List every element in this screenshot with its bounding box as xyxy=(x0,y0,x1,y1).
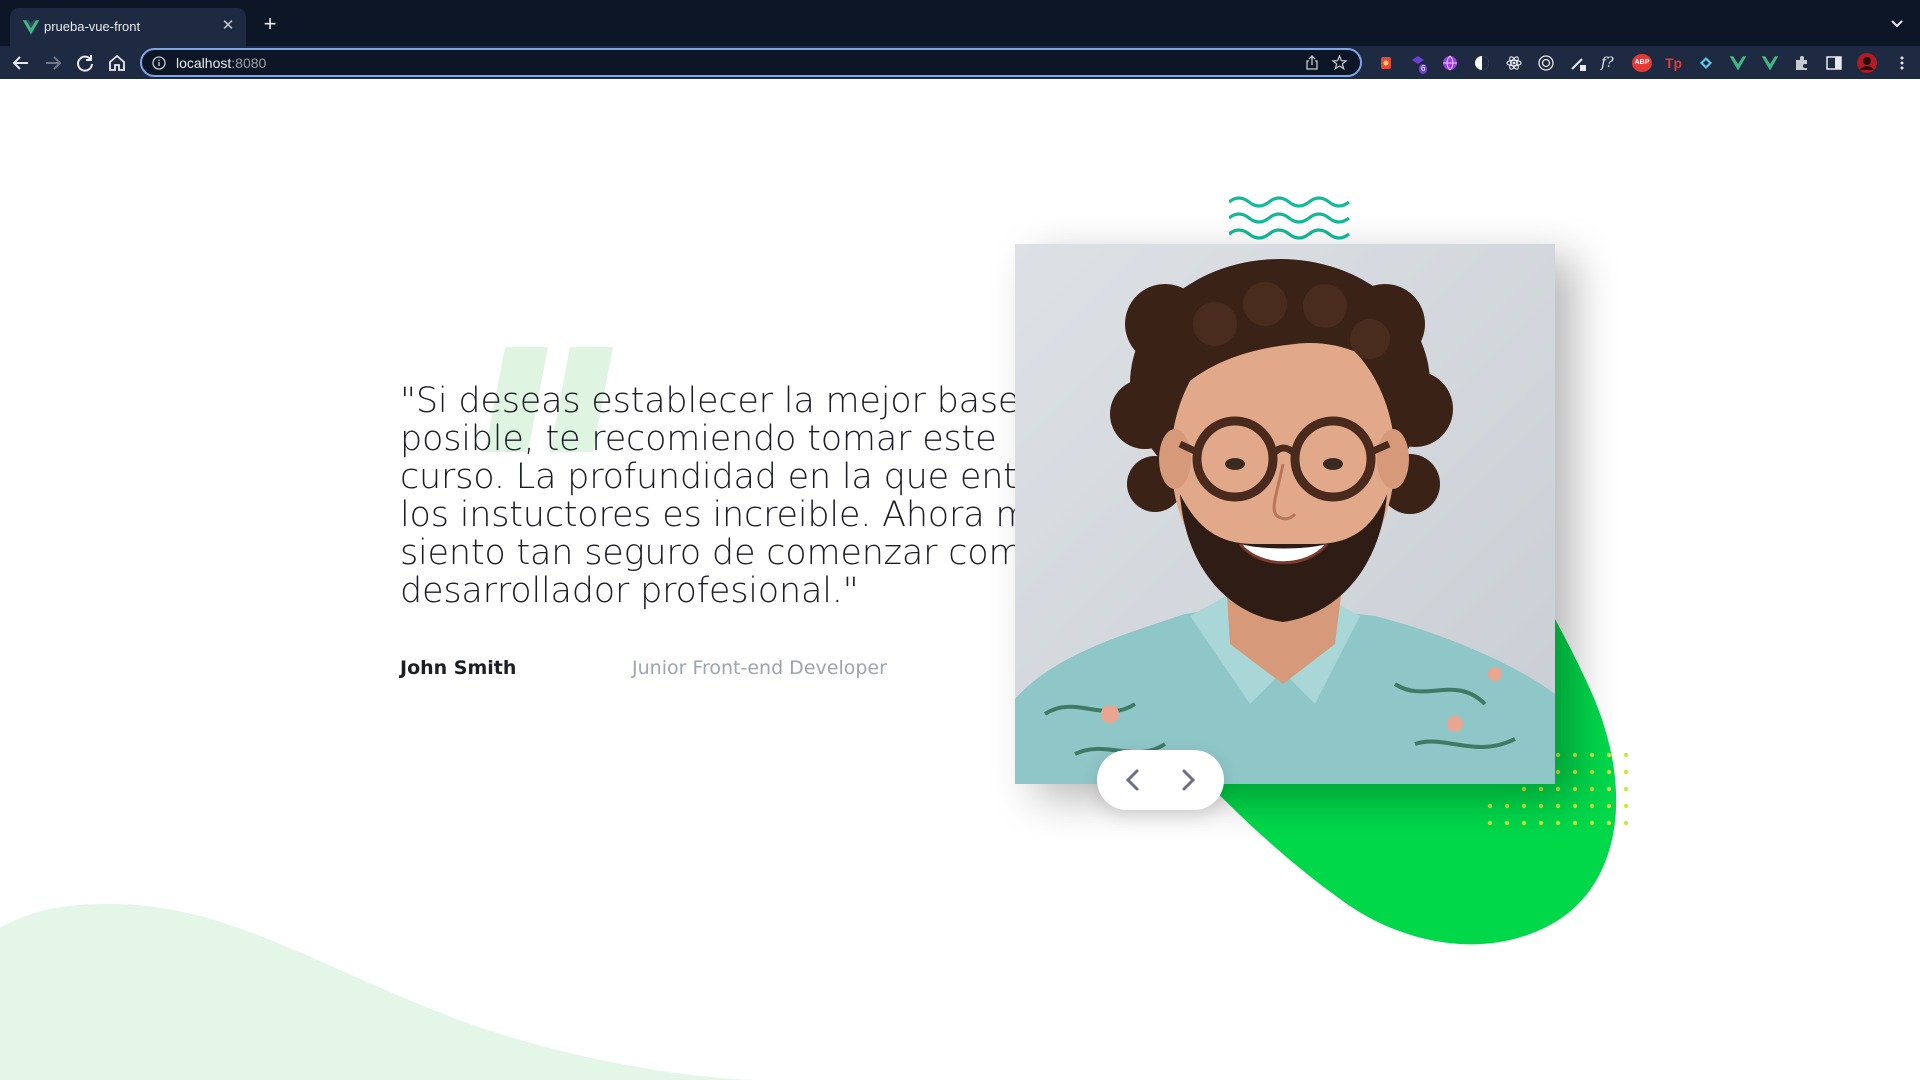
globe-ext-icon[interactable] xyxy=(1441,54,1459,72)
browser-toolbar: localhost:8080 6 f? ABP Tp xyxy=(0,46,1920,79)
home-icon[interactable] xyxy=(106,52,128,74)
kebab-menu-icon[interactable] xyxy=(1893,54,1911,72)
chevron-down-icon[interactable] xyxy=(1888,14,1906,32)
new-tab-icon[interactable]: + xyxy=(258,13,282,37)
address-bar[interactable]: localhost:8080 xyxy=(140,48,1362,77)
url-port: :8080 xyxy=(231,55,267,71)
tab-strip: prueba-vue-front ✕ + xyxy=(0,0,1920,46)
vue-favicon-icon xyxy=(22,20,40,35)
vue-devtools-icon[interactable] xyxy=(1761,54,1779,72)
tp-icon[interactable]: Tp xyxy=(1665,54,1683,72)
browser-chrome: prueba-vue-front ✕ + localhost:8080 6 f?… xyxy=(0,0,1920,79)
abp-icon[interactable]: ABP xyxy=(1632,54,1652,72)
carousel-nav xyxy=(1097,750,1224,810)
info-icon[interactable] xyxy=(152,56,166,70)
author-name: John Smith xyxy=(400,657,517,679)
forward-arrow-icon[interactable] xyxy=(42,52,64,74)
share-icon[interactable] xyxy=(1304,55,1320,71)
pen-icon[interactable] xyxy=(1569,54,1587,72)
tab-title: prueba-vue-front xyxy=(44,19,141,34)
browser-tab[interactable]: prueba-vue-front ✕ xyxy=(10,8,246,46)
author-role: Junior Front-end Developer xyxy=(632,657,887,679)
testimonial-photo xyxy=(1015,244,1555,784)
chevron-right-icon[interactable] xyxy=(1174,766,1202,794)
puzzle-icon[interactable] xyxy=(1793,54,1811,72)
react-icon[interactable] xyxy=(1505,54,1523,72)
grid-ext-icon[interactable] xyxy=(1697,54,1715,72)
testimonial-quote: "Si deseas establecer la mejor base posi… xyxy=(400,381,1075,611)
tab-close-icon[interactable]: ✕ xyxy=(218,16,238,36)
bookmark-star-icon[interactable] xyxy=(1331,54,1348,71)
url-text: localhost:8080 xyxy=(176,55,266,72)
page-content: "Si deseas establecer la mejor base posi… xyxy=(0,79,1920,1080)
portrait-image xyxy=(1015,244,1555,784)
extension-badge: 6 xyxy=(1419,64,1428,74)
url-host: localhost xyxy=(176,55,232,71)
reload-icon[interactable] xyxy=(74,52,96,74)
circle-ext-icon[interactable] xyxy=(1473,54,1491,72)
vue-icon[interactable] xyxy=(1729,54,1747,72)
back-arrow-icon[interactable] xyxy=(10,52,32,74)
sidepanel-icon[interactable] xyxy=(1825,54,1843,72)
chevron-left-icon[interactable] xyxy=(1119,766,1147,794)
function-icon[interactable]: f? xyxy=(1601,54,1619,72)
profile-avatar-icon[interactable] xyxy=(1856,52,1878,74)
target-icon[interactable] xyxy=(1537,54,1555,72)
recorder-icon[interactable] xyxy=(1377,54,1395,72)
wave-lines-decoration xyxy=(1229,196,1350,240)
